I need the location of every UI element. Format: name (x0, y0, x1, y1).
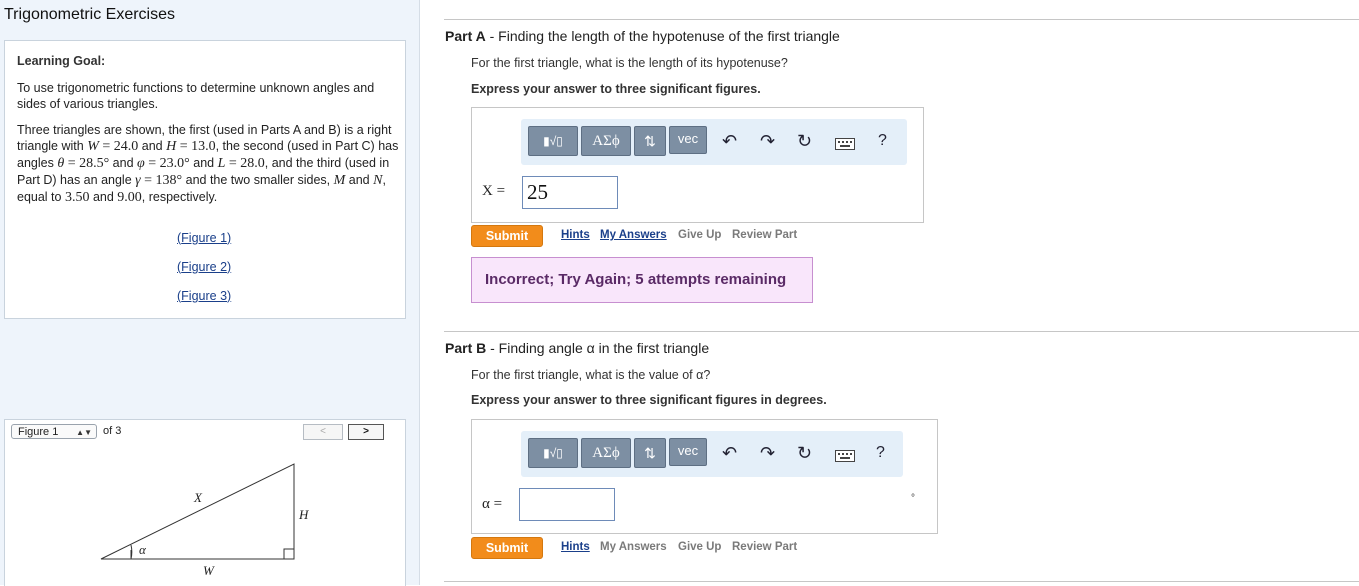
greek-button[interactable]: ΑΣϕ (581, 126, 631, 156)
var-m: M (333, 173, 346, 188)
vector-button[interactable]: vec (669, 126, 707, 154)
undo-icon[interactable]: ↶ (722, 128, 737, 154)
val-w: = 24.0 (98, 139, 139, 154)
val-phi: = 23.0° (144, 156, 190, 171)
label-h: H (299, 507, 309, 522)
part-b-my-answers-link[interactable]: My Answers (600, 541, 667, 553)
help-icon[interactable]: ? (876, 440, 885, 466)
undo-icon[interactable]: ↶ (722, 440, 737, 466)
figure-3-link[interactable]: (Figure 3) (177, 289, 231, 303)
part-a-title: Part A - Finding the length of the hypot… (445, 28, 840, 44)
part-b-hints-link[interactable]: Hints (561, 541, 590, 553)
val-l: = 28.0 (225, 156, 265, 171)
val-h: = 13.0 (176, 139, 216, 154)
val-theta: = 28.5° (64, 156, 110, 171)
part-a-submit-button[interactable]: Submit (471, 225, 543, 247)
part-a-answer-input[interactable]: 25 (522, 176, 618, 209)
degree-unit: ° (911, 493, 915, 504)
next-figure-button[interactable]: > (348, 424, 384, 440)
right-panel: Part A - Finding the length of the hypot… (420, 0, 1359, 585)
part-b-give-up-link[interactable]: Give Up (678, 541, 721, 553)
part-a-review-part-link[interactable]: Review Part (732, 229, 797, 241)
desc-text: and (138, 139, 167, 153)
divider (444, 331, 1359, 332)
redo-icon[interactable]: ↷ (760, 440, 775, 466)
var-h: H (166, 139, 177, 154)
part-a-my-answers-link[interactable]: My Answers (600, 229, 667, 241)
val-n: 9.00 (117, 190, 142, 205)
desc-text: and (109, 156, 138, 170)
figure-2-link[interactable]: (Figure 2) (177, 260, 231, 274)
figure-1-link[interactable]: (Figure 1) (177, 231, 231, 245)
label-alpha: α (139, 542, 146, 557)
divider (444, 581, 1359, 582)
select-arrows-icon: ▲▼ (76, 428, 92, 437)
desc-text: and (89, 190, 118, 204)
part-a-give-up-link[interactable]: Give Up (678, 229, 721, 241)
label-x: X (194, 490, 202, 505)
desc-text: and (345, 173, 374, 187)
val-gamma: = 138° (140, 173, 183, 188)
part-a-variable-label: X = (482, 183, 506, 199)
part-a-instruction: Express your answer to three significant… (471, 82, 761, 96)
subscript-button[interactable]: ⇅ (634, 126, 666, 156)
part-b-review-part-link[interactable]: Review Part (732, 541, 797, 553)
help-icon[interactable]: ? (878, 128, 887, 154)
part-a-toolbar: ▮√▯ ΑΣϕ ⇅ vec ↶ ↷ ↻ ? (521, 119, 907, 165)
part-b-instruction: Express your answer to three significant… (471, 393, 827, 407)
learning-goal-box: Learning Goal: To use trigonometric func… (4, 40, 406, 319)
page-title: Trigonometric Exercises (4, 6, 176, 23)
figure-select[interactable]: Figure 1 ▲▼ (11, 424, 97, 439)
val-m: 3.50 (64, 190, 90, 205)
divider (444, 19, 1359, 20)
part-b-submit-button[interactable]: Submit (471, 537, 543, 559)
vector-button[interactable]: vec (669, 438, 707, 466)
part-b-variable-label: α = (482, 496, 503, 512)
part-b-title: Part B - Finding angle α in the first tr… (445, 340, 710, 356)
part-b-toolbar: ▮√▯ ΑΣϕ ⇅ vec ↶ ↷ ↻ ? (521, 431, 903, 477)
greek-button[interactable]: ΑΣϕ (581, 438, 631, 468)
reset-icon[interactable]: ↻ (797, 128, 812, 154)
var-w: W (87, 139, 99, 154)
reset-icon[interactable]: ↻ (797, 440, 812, 466)
prev-figure-button[interactable]: < (303, 424, 343, 440)
templates-button[interactable]: ▮√▯ (528, 126, 578, 156)
keyboard-icon[interactable] (835, 450, 855, 462)
problem-description: Three triangles are shown, the first (us… (17, 122, 402, 206)
part-a-hints-link[interactable]: Hints (561, 229, 590, 241)
part-a-question: For the first triangle, what is the leng… (471, 56, 788, 70)
figure-select-value: Figure 1 (18, 426, 59, 438)
label-w: W (203, 563, 214, 578)
figure-count: of 3 (103, 425, 122, 437)
figure-panel: Figure 1 ▲▼ of 3 < > X H W α (4, 419, 406, 586)
desc-text: and (189, 156, 218, 170)
desc-text: and the two smaller sides, (182, 173, 334, 187)
part-b-answer-input[interactable] (519, 488, 615, 521)
part-a-feedback: Incorrect; Try Again; 5 attempts remaini… (471, 257, 813, 303)
desc-text: , respectively. (141, 190, 218, 204)
templates-button[interactable]: ▮√▯ (528, 438, 578, 468)
keyboard-icon[interactable] (835, 138, 855, 150)
var-phi: φ (137, 156, 145, 171)
learning-goal-text: To use trigonometric functions to determ… (17, 81, 375, 111)
left-panel: Trigonometric Exercises Learning Goal: T… (0, 0, 420, 586)
part-b-question: For the first triangle, what is the valu… (471, 368, 711, 382)
subscript-button[interactable]: ⇅ (634, 438, 666, 468)
learning-goal-heading: Learning Goal: (17, 54, 106, 68)
redo-icon[interactable]: ↷ (760, 128, 775, 154)
